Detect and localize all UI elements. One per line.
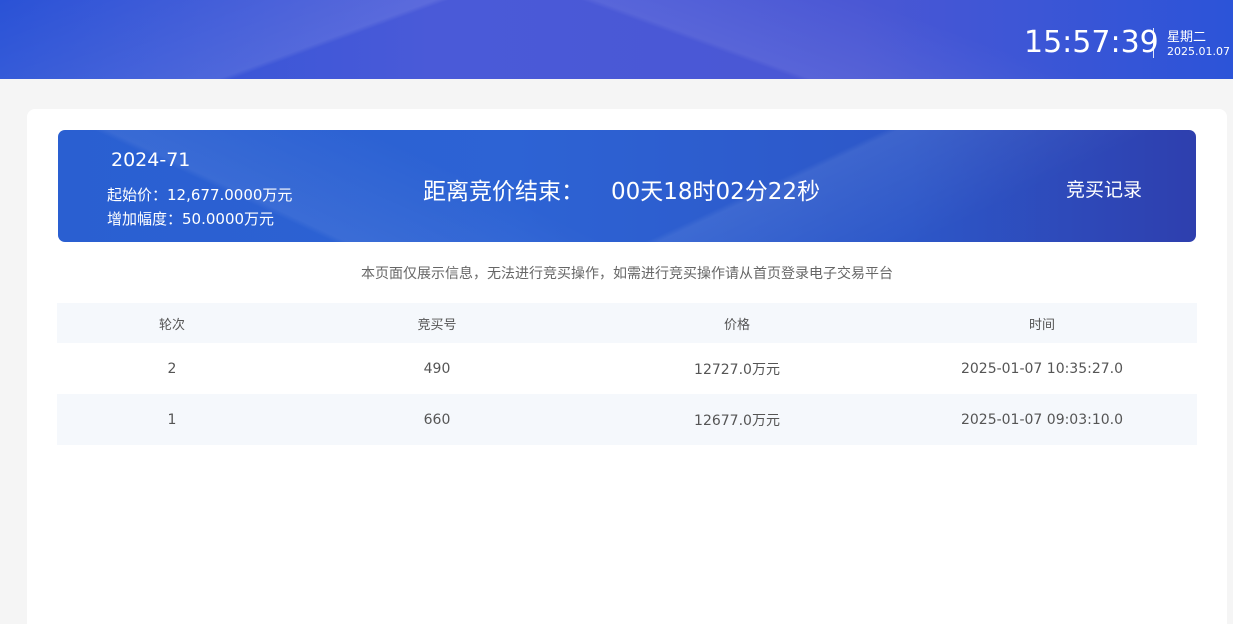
notice-text: 本页面仅展示信息，无法进行竞买操作，如需进行竞买操作请从首页登录电子交易平台 xyxy=(361,266,893,282)
main-card: 2024-71 起始价：12,677.0000万元 增加幅度：50.0000万元… xyxy=(27,109,1227,624)
cell-time: 2025-01-07 10:35:27.0 xyxy=(960,360,1124,377)
table-row: 1 660 12677.0万元 2025-01-07 09:03:10.0 xyxy=(57,394,1197,445)
cell-price: 12677.0万元 xyxy=(587,394,887,445)
cell-round: 1 xyxy=(57,394,287,445)
cell-bid-number: 490 xyxy=(423,360,451,377)
countdown-value: 00天18时02分22秒 xyxy=(611,179,821,205)
table-row: 2 490 12727.0万元 2025-01-07 10:35:27.0 xyxy=(57,343,1197,394)
bid-table: 轮次 竞买号 价格 时间 2 490 12727.0万元 2025-01-07 … xyxy=(57,303,1197,445)
cell-round: 2 xyxy=(167,360,177,377)
header-round: 轮次 xyxy=(57,303,287,343)
countdown-label: 距离竞价结束： xyxy=(423,179,584,205)
auction-banner: 2024-71 起始价：12,677.0000万元 增加幅度：50.0000万元… xyxy=(58,130,1196,242)
header-bid-number: 竞买号 xyxy=(287,303,587,343)
bid-record-link[interactable]: 竞买记录 xyxy=(1066,175,1142,202)
top-banner: 15:57:39 星期二 2025.01.07 xyxy=(0,0,1233,79)
table-header-row: 轮次 竞买号 价格 时间 xyxy=(57,303,1197,343)
weekday-label: 星期二 xyxy=(1167,30,1207,45)
start-price: 起始价：12,677.0000万元 xyxy=(107,186,293,204)
header-price: 价格 xyxy=(587,303,887,343)
clock-time: 15:57:39 xyxy=(1024,25,1159,60)
date-label: 2025.01.07 xyxy=(1167,45,1230,58)
cell-time: 2025-01-07 09:03:10.0 xyxy=(887,394,1197,445)
cell-price: 12727.0万元 xyxy=(694,361,780,378)
header-time: 时间 xyxy=(887,303,1197,343)
clock-divider xyxy=(1153,28,1154,58)
price-increment: 增加幅度：50.0000万元 xyxy=(107,210,275,228)
lot-number: 2024-71 xyxy=(111,149,191,171)
cell-bid-number: 660 xyxy=(287,394,587,445)
